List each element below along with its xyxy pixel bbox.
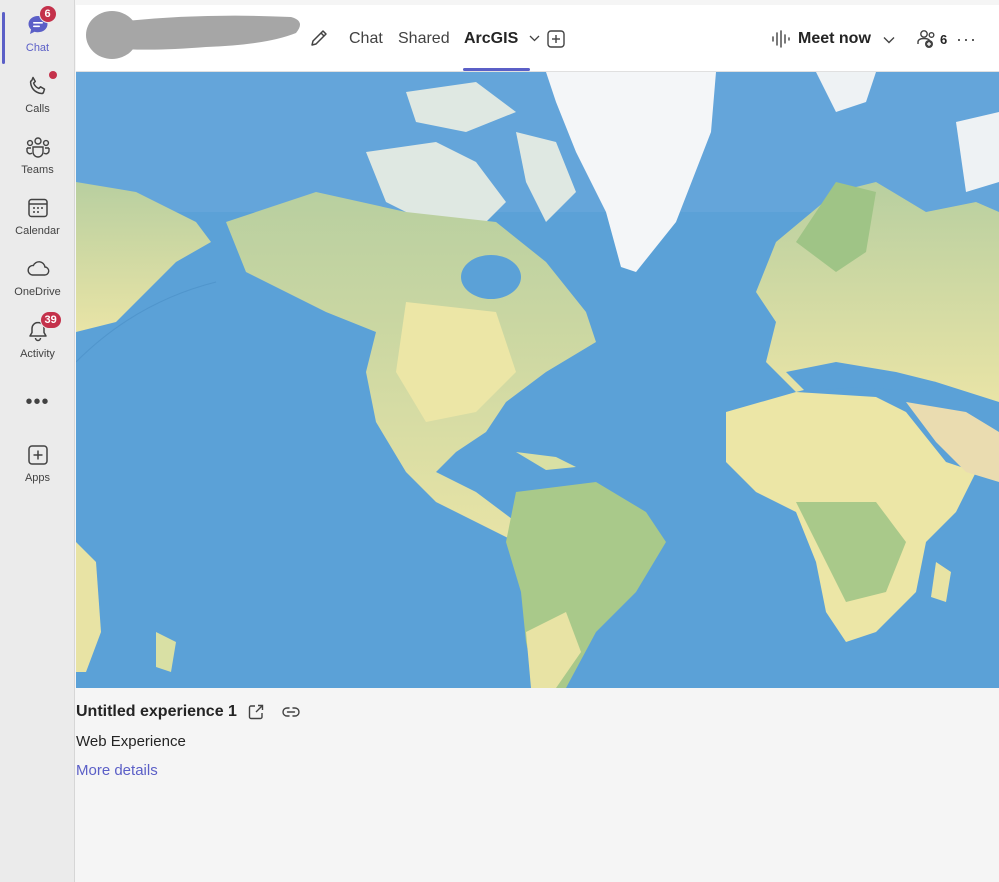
experience-title: Untitled experience 1 [76,703,237,720]
chevron-down-icon [529,35,540,42]
participants-button[interactable]: 6 [916,27,947,51]
cloud-icon [25,256,51,282]
bell-icon: 39 [25,311,62,344]
tab-shared[interactable]: Shared [398,30,450,48]
rail-item-label: Calls [25,103,50,115]
meet-now-button[interactable]: Meet now [770,27,871,51]
world-map-image [76,72,999,688]
rail-item-teams[interactable]: Teams [0,130,75,186]
teams-icon [25,134,51,160]
phone-icon [25,71,57,99]
rail-item-label: Chat [25,42,50,54]
copy-link-icon[interactable] [281,703,301,721]
rail-more-button[interactable]: ••• [0,391,75,413]
tab-arcgis[interactable]: ArcGIS [464,30,540,48]
more-details-link[interactable]: More details [76,762,158,779]
chat-icon: 6 [25,5,57,38]
meet-now-label: Meet now [798,30,871,47]
open-external-icon[interactable] [247,703,265,721]
calls-notification-dot [48,71,57,79]
redacted-chat-name [86,11,300,59]
rail-item-label: OneDrive [14,286,61,298]
activity-badge: 39 [39,311,62,329]
add-tab-icon[interactable] [546,29,566,49]
tab-arcgis-label: ArcGIS [464,30,519,47]
rail-item-calendar[interactable]: Calendar [0,191,75,247]
rail-item-activity[interactable]: 39 Activity [0,311,75,370]
chevron-down-icon[interactable] [882,33,896,47]
rail-item-label: Activity [20,348,55,360]
chat-header: Chat Shared ArcGIS Meet now 6 ··· [76,5,999,72]
chat-badge: 6 [38,5,57,23]
active-tab-indicator [463,68,530,71]
rail-item-label: Apps [24,472,51,484]
calendar-icon [25,195,51,221]
app-rail: 6 Chat Calls Teams Calendar OneDrive 39 [0,0,75,882]
more-options-button[interactable]: ··· [956,29,977,50]
arcgis-map-view[interactable] [76,72,999,688]
add-apps-icon [25,442,51,468]
participant-count: 6 [940,31,948,47]
tab-chat[interactable]: Chat [349,30,383,48]
audio-wave-icon [772,30,790,48]
people-add-icon [917,30,935,48]
rail-item-label: Calendar [15,225,60,237]
rail-item-calls[interactable]: Calls [0,69,75,125]
experience-type: Web Experience [76,733,186,750]
rail-item-chat[interactable]: 6 Chat [0,5,75,64]
experience-title-row: Untitled experience 1 [76,703,301,721]
rail-item-apps[interactable]: Apps [0,438,75,494]
rail-item-onedrive[interactable]: OneDrive [0,252,75,308]
pencil-icon[interactable] [308,27,330,49]
rail-item-label: Teams [21,164,54,176]
